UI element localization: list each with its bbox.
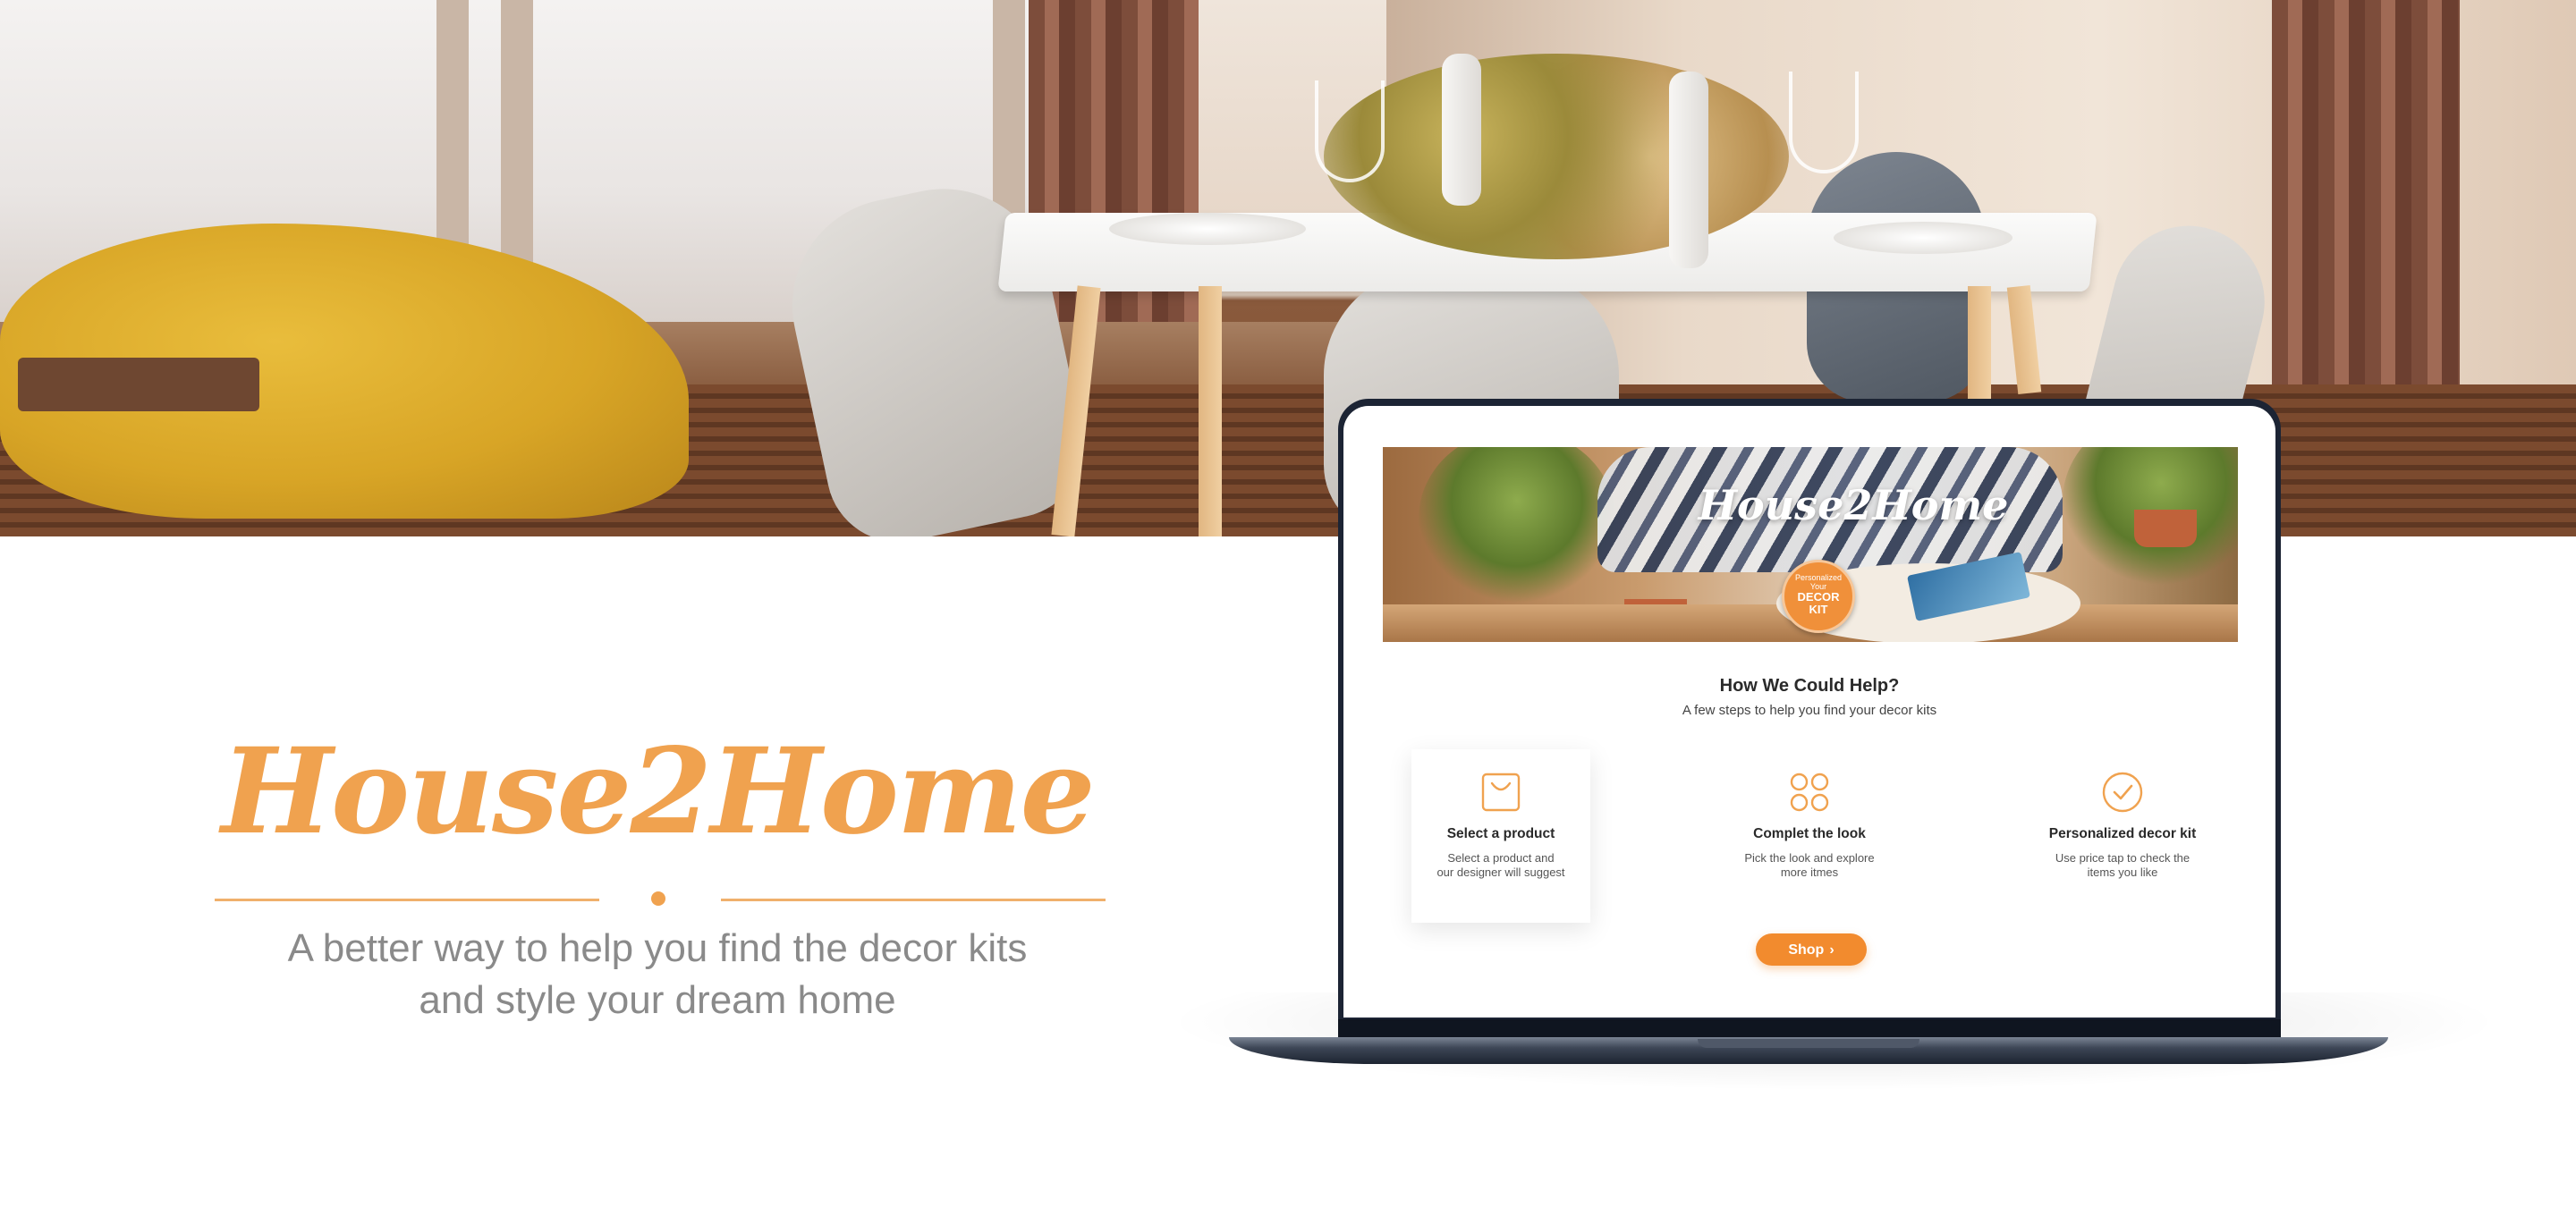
candle-holder: [1669, 72, 1708, 268]
site-banner: House2Home Personalized Your DECOR KIT: [1383, 447, 2238, 642]
tagline-line: and style your dream home: [419, 978, 896, 1022]
divider-line: [215, 899, 599, 901]
step-description: Select a product and our designer will s…: [1436, 851, 1565, 879]
step-title: Complet the look: [1753, 826, 1866, 841]
wine-glass: [1315, 80, 1385, 182]
brand-logo: House2Home: [221, 722, 1095, 861]
candle-holder: [1442, 54, 1481, 206]
flower-centerpiece: [1324, 54, 1789, 259]
laptop-screen: House2Home Personalized Your DECOR KIT H…: [1343, 406, 2275, 1018]
divider-dot: [651, 891, 665, 906]
wine-glass: [1789, 72, 1859, 173]
grid-flower-icon: [1790, 773, 1829, 812]
tagline-line: A better way to help you find the decor …: [287, 926, 1028, 970]
shopping-bag-icon: [1481, 773, 1521, 812]
step-title: Personalized decor kit: [2048, 826, 2197, 841]
check-circle-icon: [2102, 772, 2143, 813]
step-description: Use price tap to check the items you lik…: [2055, 851, 2190, 879]
shop-button-label: Shop: [1788, 942, 1825, 958]
step-personalized-kit[interactable]: Personalized decor kit Use price tap to …: [2033, 749, 2212, 923]
step-title: Select a product: [1446, 826, 1555, 841]
chevron-right-icon: ›: [1829, 942, 1835, 958]
help-title: How We Could Help?: [1719, 676, 1900, 696]
step-description: Pick the look and explore more itmes: [1744, 851, 1875, 879]
step-select-product[interactable]: Select a product Select a product and ou…: [1411, 749, 1590, 923]
shop-button[interactable]: Shop ›: [1756, 933, 1867, 966]
tagline: A better way to help you find the decor …: [215, 923, 1100, 1026]
decor-kit-badge: Personalized Your DECOR KIT: [1782, 560, 1855, 633]
divider-line: [721, 899, 1106, 901]
wooden-tray: [18, 358, 259, 411]
help-subtitle: A few steps to help you find your decor …: [1682, 703, 1937, 718]
site-logo[interactable]: House2Home: [1665, 481, 2041, 529]
step-complete-look[interactable]: Complet the look Pick the look and explo…: [1720, 749, 1899, 923]
